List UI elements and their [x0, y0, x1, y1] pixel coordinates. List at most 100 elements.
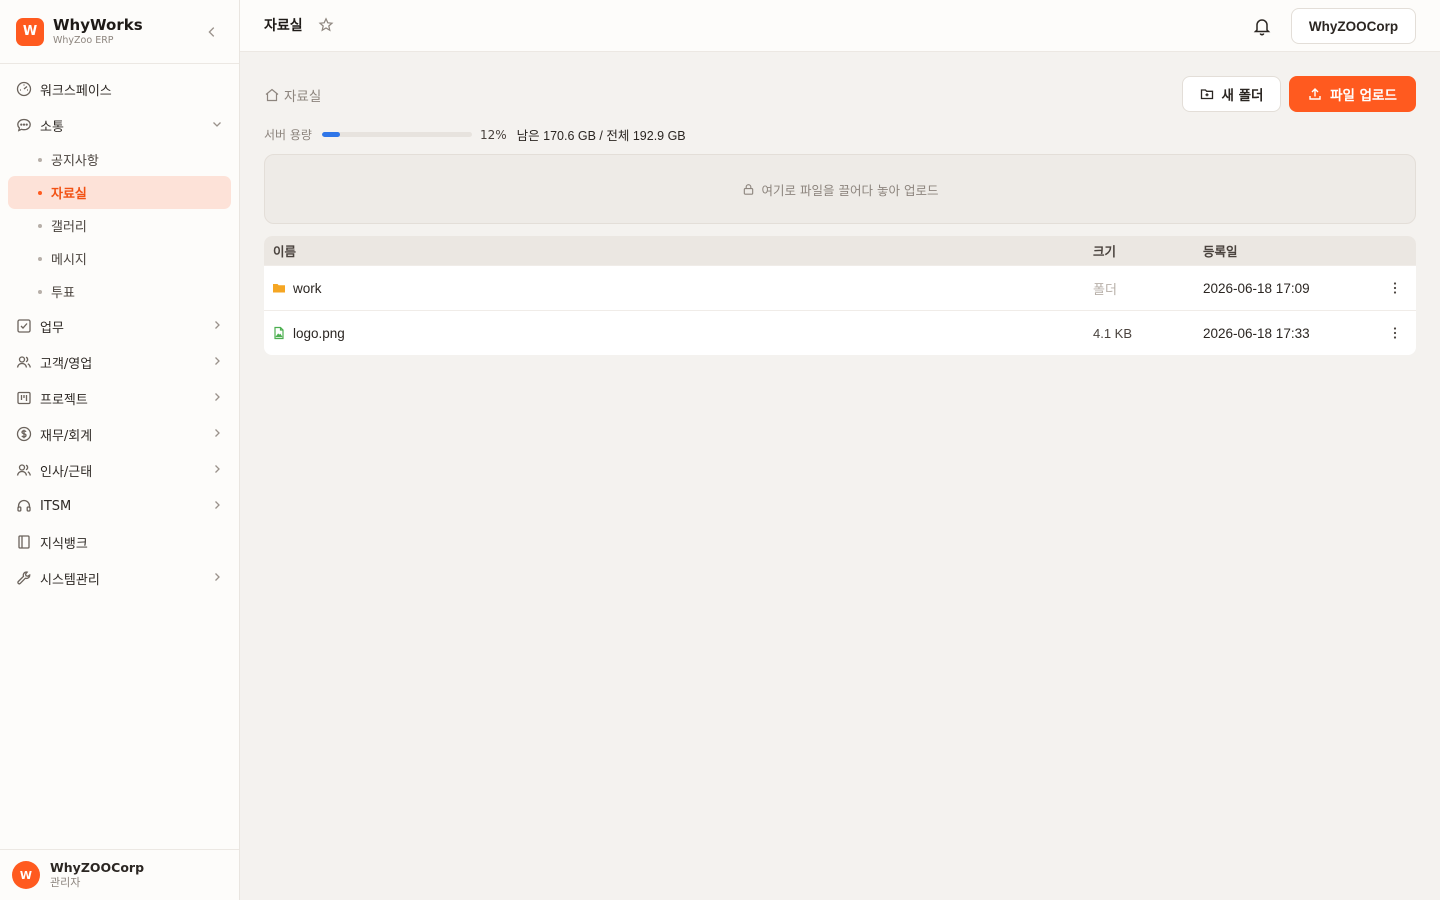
star-icon[interactable] [318, 17, 334, 33]
org-switcher-button[interactable]: WhyZOOCorp [1291, 8, 1416, 44]
cell-actions [1373, 325, 1416, 341]
dashboard-icon [16, 81, 32, 97]
upload-icon [1309, 88, 1321, 100]
nav-item-projects[interactable]: 프로젝트 [0, 380, 239, 416]
topbar: 자료실 WhyZOOCorp [240, 0, 1440, 52]
cell-size: 4.1 KB [1093, 325, 1133, 341]
chevron-down-icon [213, 122, 221, 127]
brand-logo: W [16, 17, 44, 46]
brand-name: WhyWorks [53, 15, 143, 34]
sub-label: 투표 [51, 286, 75, 301]
nav-label: ITSM [40, 498, 72, 514]
table-row[interactable]: work 폴더 2026-06-18 17:09 [264, 265, 1416, 310]
headset-icon [16, 498, 32, 514]
breadcrumb-label: 자료실 [284, 89, 322, 105]
sidebar: W WhyWorks WhyZoo ERP 워크스페이스 소통 공지사항 자료실… [0, 0, 240, 900]
dollar-icon [16, 426, 32, 442]
user-group-icon [16, 462, 32, 478]
table-row[interactable]: logo.png 4.1 KB 2026-06-18 17:33 [264, 310, 1416, 355]
upload-file-label: 파일 업로드 [1330, 88, 1397, 104]
storage-progress-fill [321, 132, 340, 137]
page-title: 자료실 [264, 18, 303, 34]
nav-item-communication[interactable]: 소통 [0, 107, 239, 143]
avatar: W [12, 861, 40, 889]
more-options-icon[interactable] [1387, 325, 1403, 341]
sidebar-item-message[interactable]: 메시지 [8, 242, 231, 275]
wrench-icon [16, 570, 32, 586]
brand-subtitle: WhyZoo ERP [53, 34, 114, 46]
more-options-icon[interactable] [1387, 280, 1403, 296]
nav-label: 인사/근태 [40, 464, 93, 480]
storage-usage: 서버 용량 12% 남은 170.6 GB / 전체 192.9 GB [264, 125, 686, 144]
nav-label: 고객/영업 [40, 356, 93, 372]
kanban-icon [16, 390, 32, 406]
file-name: logo.png [293, 325, 345, 341]
file-table: 이름 크기 등록일 work 폴더 2026-06-18 17:09 logo.… [264, 236, 1416, 355]
user-role: 관리자 [50, 876, 81, 889]
bell-icon[interactable] [1252, 16, 1272, 36]
nav-label: 업무 [40, 320, 64, 336]
sub-label: 갤러리 [51, 220, 87, 235]
user-profile[interactable]: W WhyZOOCorp 관리자 [0, 849, 239, 900]
sidebar-item-notice[interactable]: 공지사항 [8, 143, 231, 176]
cell-date: 2026-06-18 17:09 [1203, 280, 1310, 296]
user-text: WhyZOOCorp 관리자 [50, 860, 144, 890]
collapse-sidebar-icon[interactable] [205, 25, 219, 39]
lock-icon [743, 183, 753, 195]
sub-label: 공지사항 [51, 154, 99, 169]
chevron-right-icon [215, 321, 220, 329]
checkbox-icon [16, 318, 32, 334]
nav-item-knowledge[interactable]: 지식뱅크 [0, 524, 239, 560]
nav-item-tasks[interactable]: 업무 [0, 308, 239, 344]
nav-label: 지식뱅크 [40, 536, 88, 552]
sidebar-item-archive[interactable]: 자료실 [8, 176, 231, 209]
nav-label: 재무/회계 [40, 428, 93, 444]
folder-icon [273, 284, 285, 293]
folder-plus-icon [1200, 89, 1213, 100]
cell-name: logo.png [264, 326, 1093, 341]
bullet [38, 289, 42, 294]
nav-label: 프로젝트 [40, 392, 88, 408]
user-name: WhyZOOCorp [50, 860, 145, 875]
nav-label: 시스템관리 [40, 572, 100, 588]
cell-size: 폴더 [1093, 281, 1117, 297]
chevron-right-icon [215, 357, 220, 365]
cell-actions [1373, 280, 1416, 296]
nav-item-customers[interactable]: 고객/영업 [0, 344, 239, 380]
chevron-right-icon [215, 393, 220, 401]
file-name: work [293, 280, 322, 296]
cell-date: 2026-06-18 17:33 [1203, 325, 1310, 341]
chevron-right-icon [215, 573, 220, 581]
sidebar-item-vote[interactable]: 투표 [8, 275, 231, 308]
chevron-right-icon [215, 429, 220, 437]
bullet [38, 157, 42, 162]
main-nav: 워크스페이스 소통 공지사항 자료실 갤러리 메시지 투표 업무 고객/영업 프… [0, 64, 239, 596]
nav-item-finance[interactable]: 재무/회계 [0, 416, 239, 452]
breadcrumb[interactable]: 자료실 [264, 85, 321, 105]
header-name[interactable]: 이름 [264, 241, 1093, 260]
chevron-right-icon [215, 465, 220, 473]
bullet [38, 256, 42, 261]
storage-label: 서버 용량 [264, 128, 312, 142]
sidebar-item-gallery[interactable]: 갤러리 [8, 209, 231, 242]
nav-label: 워크스페이스 [40, 83, 112, 99]
header-date[interactable]: 등록일 [1203, 241, 1373, 260]
bullet [38, 190, 42, 195]
sub-label: 자료실 [51, 187, 87, 202]
table-header: 이름 크기 등록일 [264, 236, 1416, 265]
nav-item-itsm[interactable]: ITSM [0, 488, 239, 524]
nav-item-workspace[interactable]: 워크스페이스 [0, 71, 239, 107]
header-size[interactable]: 크기 [1093, 241, 1203, 260]
chevron-right-icon [215, 501, 220, 509]
image-file-icon [274, 326, 284, 340]
sub-label: 메시지 [51, 253, 87, 268]
upload-file-button[interactable]: 파일 업로드 [1289, 76, 1416, 112]
new-folder-button[interactable]: 새 폴더 [1182, 76, 1281, 112]
nav-item-hr[interactable]: 인사/근태 [0, 452, 239, 488]
nav-item-system[interactable]: 시스템관리 [0, 560, 239, 596]
storage-progress-bar [321, 132, 472, 137]
file-dropzone[interactable]: 여기로 파일을 끌어다 놓아 업로드 [264, 154, 1416, 224]
brand-header: W WhyWorks WhyZoo ERP [0, 0, 239, 64]
main-content: 자료실 WhyZOOCorp 자료실 새 폴더 파일 업로드 서버 용량 12%… [240, 0, 1440, 900]
nav-label: 소통 [40, 119, 64, 135]
